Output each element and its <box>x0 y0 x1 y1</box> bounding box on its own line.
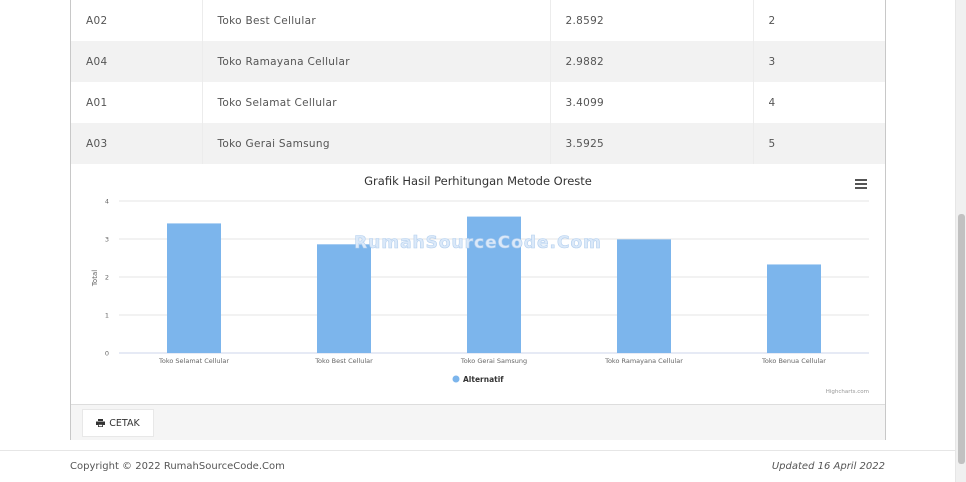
y-tick-label: 3 <box>105 236 109 244</box>
x-tick-label: Toko Ramayana Cellular <box>604 357 683 365</box>
x-tick-label: Toko Selamat Cellular <box>158 357 229 365</box>
table-row: A02 Toko Best Cellular 2.8592 2 <box>71 0 885 41</box>
alternative-name: Toko Best Cellular <box>202 0 551 41</box>
print-icon <box>96 419 106 427</box>
alternative-code: A03 <box>71 123 203 164</box>
bar[interactable] <box>317 244 371 353</box>
bar[interactable] <box>767 264 821 353</box>
alternative-code: A04 <box>71 41 203 82</box>
table-row: A04 Toko Ramayana Cellular 2.9882 3 <box>71 41 885 82</box>
rank-value: 2 <box>768 14 776 27</box>
x-tick-label: Toko Gerai Samsung <box>460 357 527 365</box>
legend-label[interactable]: Alternatif <box>463 375 504 384</box>
y-tick-label: 2 <box>105 274 109 282</box>
vertical-scrollbar[interactable] <box>955 0 966 482</box>
alternative-name: Toko Ramayana Cellular <box>202 41 551 82</box>
chart-container: Grafik Hasil Perhitungan Metode Oreste 0… <box>71 164 885 404</box>
hamburger-menu-icon[interactable] <box>855 179 867 189</box>
rank-value: 3 <box>768 55 776 68</box>
y-axis-label: Total <box>91 270 99 287</box>
chart-credits[interactable]: Highcharts.com <box>826 389 869 395</box>
page-footer: Copyright © 2022 RumahSourceCode.Com Upd… <box>0 450 955 482</box>
bar-chart: Grafik Hasil Perhitungan Metode Oreste 0… <box>91 174 869 395</box>
score-value: 3.4099 <box>550 82 754 123</box>
panel-footer: CETAK <box>71 404 885 440</box>
score-value: 2.8592 <box>550 0 754 41</box>
table-row: A01 Toko Selamat Cellular 3.4099 4 <box>71 82 885 123</box>
watermark-text: RumahSourceCode.Com <box>354 233 602 253</box>
y-axis: 0 1 2 3 4 <box>105 198 109 358</box>
alternative-code: A01 <box>71 82 203 123</box>
ranking-table: A02 Toko Best Cellular 2.8592 2 A04 Toko Rama… <box>71 0 885 164</box>
bar[interactable] <box>167 223 221 353</box>
legend-marker <box>452 375 460 383</box>
chart-title: Grafik Hasil Perhitungan Metode Oreste <box>364 174 592 188</box>
alternative-name: Toko Selamat Cellular <box>202 82 551 123</box>
y-tick-label: 1 <box>105 312 109 320</box>
table-row: A03 Toko Gerai Samsung 3.5925 5 <box>71 123 885 164</box>
print-button-label: CETAK <box>109 417 140 429</box>
rank-value: 5 <box>768 137 776 150</box>
score-value: 2.9882 <box>550 41 754 82</box>
alternative-code: A02 <box>71 0 203 41</box>
updated-date: Updated 16 April 2022 <box>771 461 885 472</box>
score-value: 3.5925 <box>550 123 754 164</box>
x-tick-label: Toko Best Cellular <box>314 357 373 365</box>
scrollbar-thumb[interactable] <box>958 214 965 464</box>
x-axis: Toko Selamat Cellular Toko Best Cellular T… <box>158 357 826 365</box>
results-panel: A02 Toko Best Cellular 2.8592 2 A04 Toko Rama… <box>70 0 886 440</box>
copyright-text: Copyright © 2022 RumahSourceCode.Com <box>70 461 285 472</box>
x-tick-label: Toko Benua Cellular <box>761 357 826 365</box>
y-tick-label: 0 <box>105 350 109 358</box>
print-button[interactable]: CETAK <box>82 409 154 437</box>
bar[interactable] <box>617 239 671 353</box>
legend[interactable]: Alternatif <box>452 375 505 384</box>
y-tick-label: 4 <box>105 198 109 206</box>
rank-value: 4 <box>768 96 776 109</box>
alternative-name: Toko Gerai Samsung <box>202 123 551 164</box>
